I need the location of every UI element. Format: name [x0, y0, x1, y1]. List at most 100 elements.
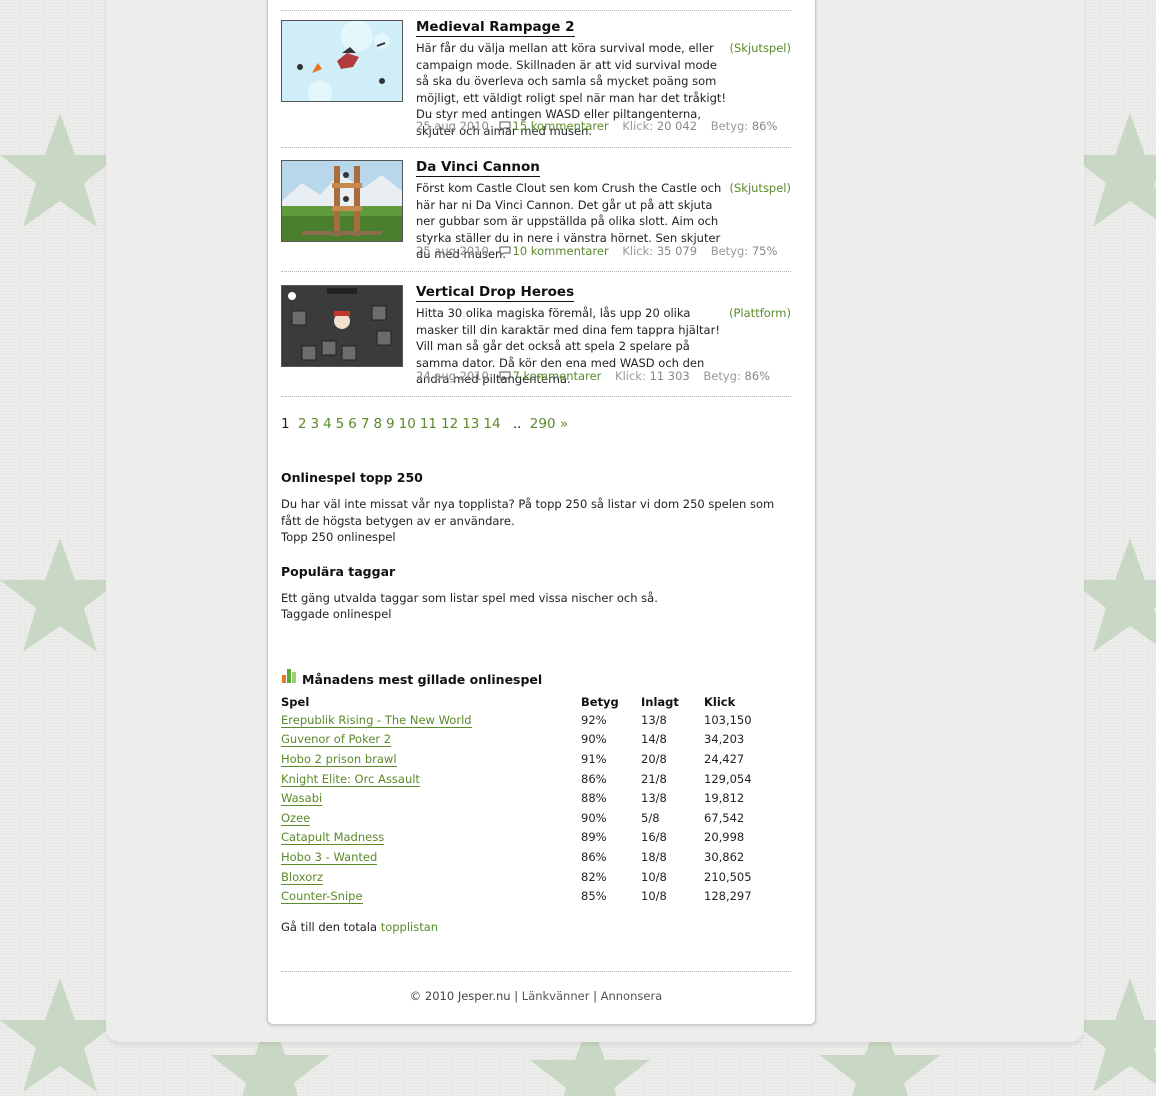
- added-cell: 5/8: [641, 810, 660, 825]
- clicks-cell: 129,054: [704, 771, 752, 786]
- rating-cell: 86%: [581, 771, 607, 786]
- clicks-cell: 210,505: [704, 869, 752, 884]
- game-category[interactable]: (Plattform): [729, 305, 791, 322]
- page-link[interactable]: 10: [399, 416, 416, 432]
- comment-icon: [499, 371, 511, 381]
- game-thumbnail[interactable]: [281, 285, 403, 367]
- added-cell: 10/8: [641, 889, 667, 904]
- top250-text: Du har väl inte missat vår nya topplista…: [281, 497, 775, 528]
- comment-icon: [499, 246, 511, 256]
- game-title[interactable]: Vertical Drop Heroes: [416, 285, 575, 302]
- game-rating: 86%: [744, 369, 771, 383]
- tags-link[interactable]: Taggade onlinespel: [281, 606, 392, 623]
- rating-cell: 82%: [581, 869, 607, 884]
- tags-text: Ett gäng utvalda taggar som listar spel …: [281, 591, 658, 605]
- page-link[interactable]: 12: [441, 416, 458, 432]
- page-link[interactable]: 2: [298, 416, 307, 432]
- game-clicks: 20 042: [656, 119, 698, 133]
- game-thumbnail[interactable]: [281, 160, 403, 242]
- game-name-cell: Ozee: [281, 808, 581, 828]
- clicks-cell: 34,203: [704, 732, 745, 747]
- col-header-added: Inlagt: [641, 695, 679, 709]
- page-link[interactable]: 3: [310, 416, 319, 432]
- table-row: Wasabi 88% 13/8 19,812: [281, 788, 784, 808]
- rating-cell: 90%: [581, 732, 607, 747]
- monthly-heading: Månadens mest gillade onlinespel: [302, 672, 543, 687]
- footer-copyright: © 2010 Jesper.nu: [409, 989, 511, 1003]
- table-row: Hobo 3 - Wanted 86% 18/8 30,862: [281, 847, 784, 867]
- game-link[interactable]: Knight Elite: Orc Assault: [281, 771, 420, 787]
- clicks-cell: 103,150: [704, 712, 752, 727]
- page-link[interactable]: 13: [462, 416, 479, 432]
- toplist-link[interactable]: topplistan: [381, 920, 438, 934]
- game-date: 25 aug 2010: [416, 119, 489, 133]
- game-name-cell: Guvenor of Poker 2: [281, 730, 581, 750]
- footer-link-friends[interactable]: Länkvänner: [522, 989, 590, 1003]
- page-link[interactable]: 4: [323, 416, 332, 432]
- page-last-link[interactable]: 290 »: [530, 416, 568, 432]
- game-comments-link[interactable]: 10 kommentarer: [513, 244, 609, 258]
- page-link[interactable]: 14: [483, 416, 500, 432]
- page-link[interactable]: 5: [336, 416, 345, 432]
- main-column: Medieval Rampage 2 Här får du välja mell…: [267, 0, 816, 1025]
- game-rating: 75%: [751, 244, 778, 258]
- game-link[interactable]: Counter-Snipe: [281, 889, 363, 905]
- game-link[interactable]: Catapult Madness: [281, 830, 385, 846]
- game-name-cell: Bloxorz: [281, 867, 581, 887]
- rating-cell: 86%: [581, 849, 607, 864]
- game-thumbnail[interactable]: [281, 20, 403, 102]
- game-link[interactable]: Ozee: [281, 810, 311, 826]
- game-comments-link[interactable]: 7 kommentarer: [513, 369, 602, 383]
- game-name-cell: Hobo 3 - Wanted: [281, 847, 581, 867]
- footer-link-advertise[interactable]: Annonsera: [601, 989, 663, 1003]
- game-link[interactable]: Wasabi: [281, 791, 323, 807]
- game-category[interactable]: (Skjutspel): [730, 40, 792, 57]
- col-header-clicks: Klick: [704, 695, 736, 709]
- rating-cell: 90%: [581, 810, 607, 825]
- game-clicks: 35 079: [656, 244, 698, 258]
- page-current: 1: [281, 416, 290, 432]
- clicks-cell: 24,427: [704, 751, 745, 766]
- rating-label: Betyg:: [703, 369, 741, 383]
- game-link[interactable]: Bloxorz: [281, 869, 324, 885]
- game-link[interactable]: Erepublik Rising - The New World: [281, 712, 472, 728]
- game-comments-link[interactable]: 15 kommentarer: [513, 119, 609, 133]
- added-cell: 21/8: [641, 771, 667, 786]
- rating-cell: 89%: [581, 830, 607, 845]
- game-meta: 25 aug 2010 10 kommentarer Klick: 35 079…: [416, 244, 777, 258]
- game-title[interactable]: Da Vinci Cannon: [416, 160, 540, 177]
- game-meta: 25 aug 2010 15 kommentarer Klick: 20 042…: [416, 119, 777, 133]
- page-link[interactable]: 11: [420, 416, 437, 432]
- table-row: Erepublik Rising - The New World 92% 13/8 1…: [281, 710, 784, 730]
- comment-icon: [499, 121, 511, 131]
- top250-link[interactable]: Topp 250 onlinespel: [281, 529, 396, 546]
- page-link[interactable]: 9: [386, 416, 395, 432]
- page-link[interactable]: 8: [373, 416, 382, 432]
- col-header-game: Spel: [281, 695, 310, 709]
- game-link[interactable]: Hobo 2 prison brawl: [281, 751, 397, 767]
- table-row: Counter-Snipe 85% 10/8 128,297: [281, 886, 784, 906]
- tags-heading: Populära taggar: [281, 564, 396, 579]
- table-row: Bloxorz 82% 10/8 210,505: [281, 867, 784, 887]
- col-header-rating: Betyg: [581, 695, 619, 709]
- game-date: 24 aug 2010: [416, 369, 489, 383]
- game-category[interactable]: (Skjutspel): [730, 180, 792, 197]
- page-link[interactable]: 7: [361, 416, 370, 432]
- clicks-cell: 20,998: [704, 830, 745, 845]
- game-name-cell: Hobo 2 prison brawl: [281, 749, 581, 769]
- clicks-label: Klick:: [622, 119, 654, 133]
- pagination: 1 2 3 4 5 6 7 8 9 10 11 12 13 14 .. 290 »: [281, 416, 568, 432]
- table-row: Hobo 2 prison brawl 91% 20/8 24,427: [281, 749, 784, 769]
- game-title[interactable]: Medieval Rampage 2: [416, 20, 575, 37]
- added-cell: 18/8: [641, 849, 667, 864]
- rating-label: Betyg:: [710, 119, 749, 133]
- game-link[interactable]: Guvenor of Poker 2: [281, 732, 392, 748]
- footer-separator: |: [593, 989, 597, 1003]
- clicks-cell: 128,297: [704, 889, 752, 904]
- monthly-table: Spel Betyg Inlagt Klick Erepublik Rising…: [281, 694, 784, 906]
- game-name-cell: Counter-Snipe: [281, 886, 581, 906]
- clicks-cell: 30,862: [704, 849, 745, 864]
- page-link[interactable]: 6: [348, 416, 357, 432]
- game-rating: 86%: [751, 119, 778, 133]
- game-link[interactable]: Hobo 3 - Wanted: [281, 849, 378, 865]
